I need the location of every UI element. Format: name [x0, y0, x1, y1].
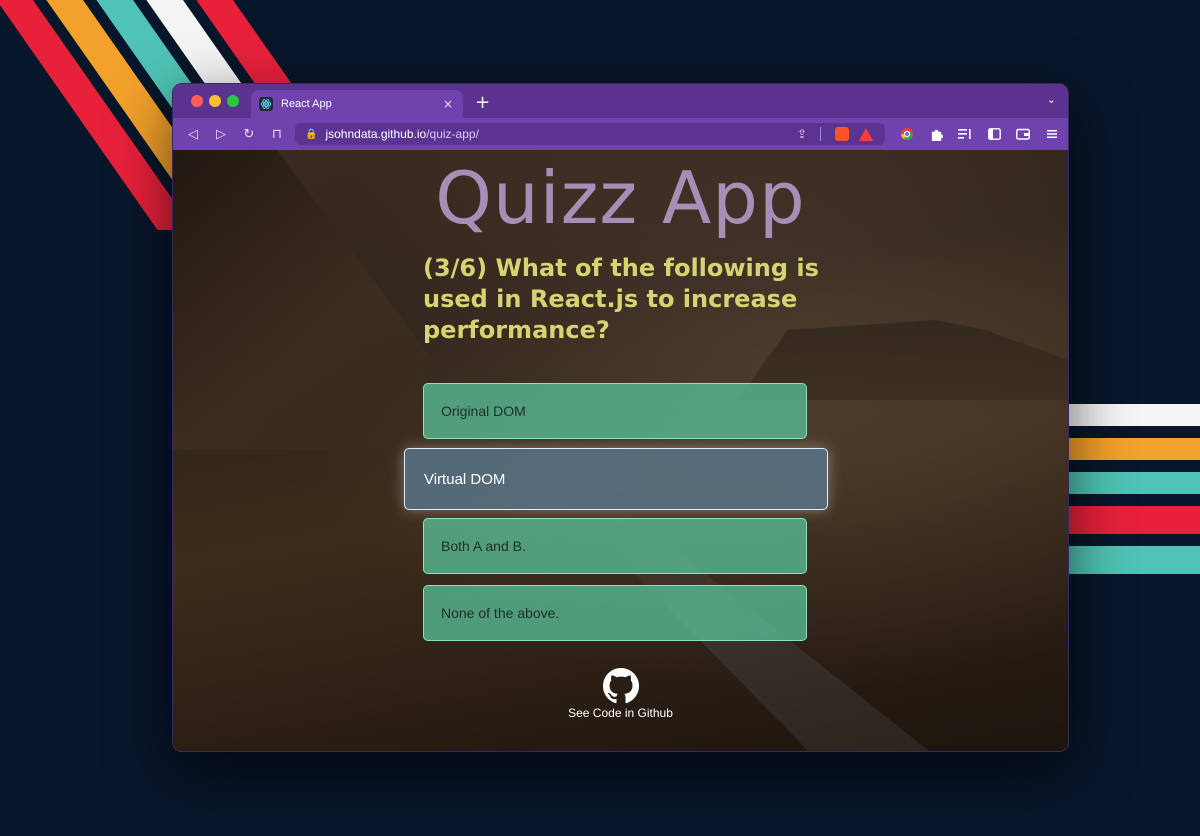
- github-link[interactable]: See Code in Github: [173, 668, 1068, 720]
- stripe-white: [1068, 404, 1200, 426]
- share-icon[interactable]: ⇪: [797, 127, 807, 141]
- menu-icon[interactable]: [1044, 126, 1060, 142]
- lock-icon: 🔒: [305, 128, 318, 140]
- browser-toolbar: ◁ ▷ ↻ ⊓ 🔒 jsohndata.github.io /quiz-app/…: [173, 118, 1068, 150]
- answer-option-3[interactable]: Both A and B.: [423, 518, 807, 574]
- extension-toolbar: [899, 126, 1060, 142]
- back-button[interactable]: ◁: [179, 127, 207, 142]
- close-window-button[interactable]: [191, 95, 203, 107]
- address-bar[interactable]: 🔒 jsohndata.github.io /quiz-app/ ⇪: [295, 123, 885, 145]
- question-text: (3/6) What of the following is used in R…: [423, 254, 819, 344]
- brave-shields-icon[interactable]: [835, 127, 849, 141]
- tab-react-app[interactable]: React App ×: [251, 90, 463, 118]
- minimize-window-button[interactable]: [209, 95, 221, 107]
- tab-list-chevron-icon[interactable]: ⌄: [1047, 93, 1056, 106]
- brave-rewards-icon[interactable]: [859, 127, 873, 141]
- browser-window: React App × + ⌄ ◁ ▷ ↻ ⊓ 🔒 jsohndata.gith…: [172, 83, 1069, 752]
- reload-button[interactable]: ↻: [235, 127, 263, 142]
- close-tab-icon[interactable]: ×: [443, 97, 453, 111]
- address-bar-divider: [820, 127, 821, 141]
- page-content: Quizz App (3/6) What of the following is…: [173, 150, 1068, 751]
- github-icon[interactable]: [602, 668, 639, 704]
- new-tab-button[interactable]: +: [475, 92, 490, 113]
- github-link-label[interactable]: See Code in Github: [173, 706, 1068, 720]
- url-domain: jsohndata.github.io: [325, 127, 427, 141]
- react-icon: [259, 97, 273, 111]
- answer-option-2-selected[interactable]: Virtual DOM: [404, 448, 828, 510]
- stripe-red: [1068, 506, 1200, 534]
- sidebar-toggle-icon[interactable]: [986, 126, 1002, 142]
- answer-option-1[interactable]: Original DOM: [423, 383, 807, 439]
- title-bar: React App × + ⌄: [173, 84, 1068, 118]
- stripe-teal-2: [1068, 546, 1200, 574]
- stripe-teal: [1068, 472, 1200, 494]
- url-path: /quiz-app/: [426, 127, 479, 141]
- maximize-window-button[interactable]: [227, 95, 239, 107]
- extensions-puzzle-icon[interactable]: [928, 126, 944, 142]
- wallet-icon[interactable]: [1015, 126, 1031, 142]
- reading-list-icon[interactable]: [957, 126, 973, 142]
- answer-option-4[interactable]: None of the above.: [423, 585, 807, 641]
- bookmark-button[interactable]: ⊓: [263, 127, 291, 142]
- page-title: Quizz App: [435, 156, 806, 240]
- tab-title: React App: [281, 98, 332, 110]
- forward-button[interactable]: ▷: [207, 127, 235, 142]
- chrome-extension-icon[interactable]: [899, 126, 915, 142]
- stripe-orange: [1068, 438, 1200, 460]
- decorative-stripes-right: [1068, 404, 1200, 586]
